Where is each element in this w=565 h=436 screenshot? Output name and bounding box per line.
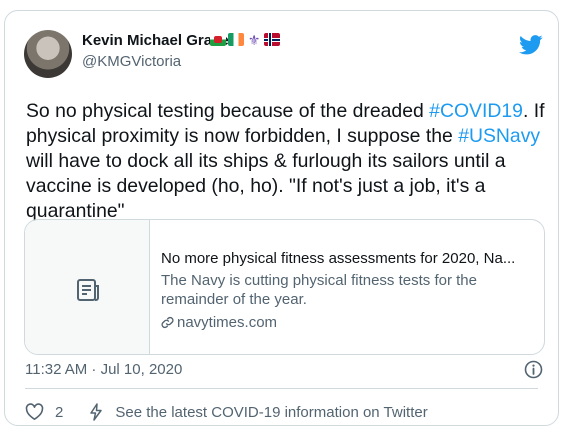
heart-icon[interactable]: [25, 403, 44, 421]
preview-thumbnail: [25, 220, 150, 354]
link-icon: [161, 316, 174, 329]
wales-flag-icon: [210, 33, 226, 46]
info-icon[interactable]: [524, 360, 543, 379]
tweet-timestamp[interactable]: 11:32 AM · Jul 10, 2020: [25, 361, 182, 378]
preview-description: The Navy is cutting physical fitness tes…: [161, 272, 477, 308]
tweet-card: Kevin Michael Grace ⚜ @KMGVictoria So no…: [4, 10, 559, 426]
tweet-text-part: So no physical testing because of the dr…: [26, 100, 430, 122]
preview-title: No more physical fitness assessments for…: [161, 250, 516, 267]
author-handle[interactable]: @KMGVictoria: [82, 53, 181, 70]
hashtag-covid19[interactable]: #COVID19: [429, 100, 523, 122]
preview-body: No more physical fitness assessments for…: [161, 249, 531, 332]
name-emojis: ⚜: [210, 33, 280, 47]
lightning-icon: [90, 403, 103, 421]
link-preview-card[interactable]: No more physical fitness assessments for…: [24, 219, 545, 355]
author-name[interactable]: Kevin Michael Grace: [82, 32, 229, 49]
hashtag-usnavy[interactable]: #USNavy: [458, 125, 540, 147]
twitter-bird-icon[interactable]: [519, 35, 543, 55]
preview-domain-text: navytimes.com: [177, 314, 278, 331]
ireland-flag-icon: [228, 33, 244, 46]
tweet-text-part: will have to dock all its ships & furlou…: [26, 150, 506, 222]
fleur-de-lis-icon: ⚜: [247, 32, 261, 48]
document-icon: [77, 279, 99, 301]
like-count[interactable]: 2: [55, 404, 63, 421]
divider: [25, 388, 538, 389]
covid-info-link[interactable]: See the latest COVID-19 information on T…: [115, 404, 427, 421]
avatar[interactable]: [24, 30, 72, 78]
tweet-text: So no physical testing because of the dr…: [26, 99, 546, 224]
tweet-actions: 2 See the latest COVID-19 information on…: [25, 403, 428, 421]
norway-flag-icon: [264, 33, 280, 46]
preview-domain: navytimes.com: [161, 313, 531, 332]
